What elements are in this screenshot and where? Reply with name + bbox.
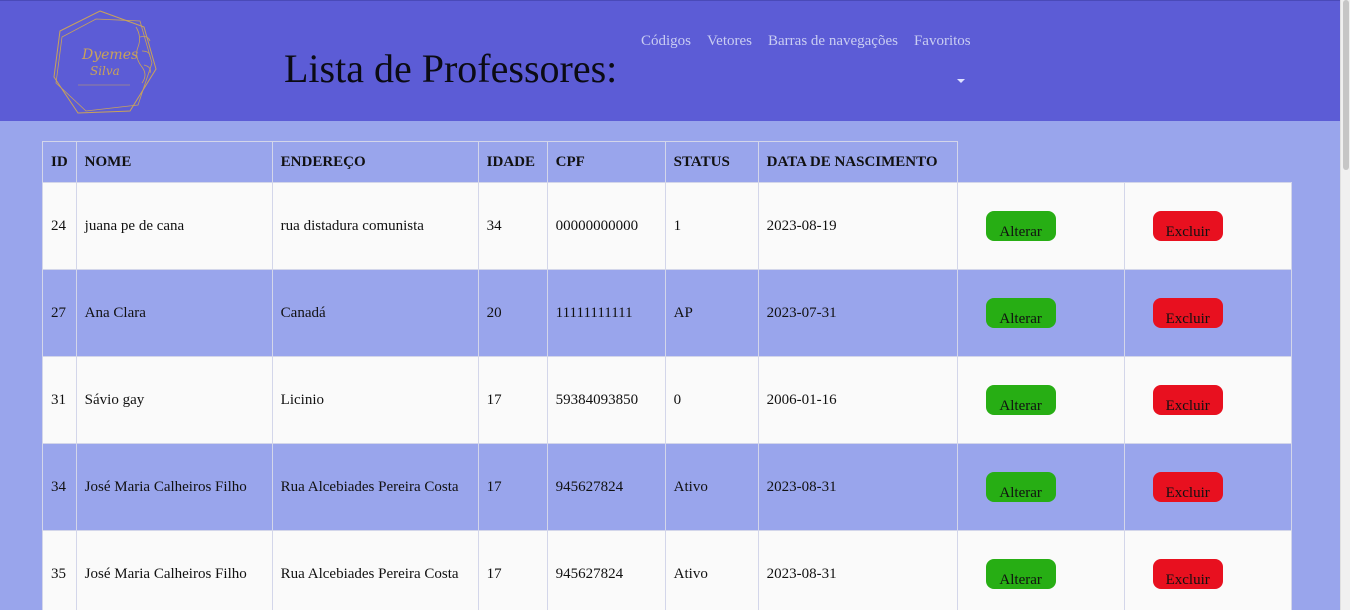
delete-button[interactable]: Excluir: [1152, 385, 1223, 415]
cell-status: Ativo: [664, 443, 759, 531]
column-header-cpf: CPF: [546, 141, 666, 183]
cell-data-nascimento: 2023-08-31: [757, 443, 958, 531]
table-row: 24 juana pe de cana rua distadura comuni…: [42, 182, 1292, 270]
cell-idade: 34: [477, 182, 548, 270]
cell-idade: 17: [477, 443, 548, 531]
cell-cpf: 00000000000: [546, 182, 666, 270]
cell-data-nascimento: 2006-01-16: [757, 356, 958, 444]
delete-button[interactable]: Excluir: [1152, 472, 1223, 502]
cell-delete: Excluir: [1123, 182, 1292, 270]
cell-cpf: 945627824: [546, 443, 666, 531]
page-title: Lista de Professores:: [284, 46, 618, 91]
cell-nome: Sávio gay: [75, 356, 273, 444]
cell-endereco: Rua Alcebiades Pereira Costa: [271, 530, 479, 610]
column-header-blank: [957, 142, 1124, 183]
cell-id: 24: [42, 182, 77, 270]
delete-button[interactable]: Excluir: [1152, 559, 1223, 589]
cell-status: 1: [664, 182, 759, 270]
cell-nome: juana pe de cana: [75, 182, 273, 270]
alter-button[interactable]: Alterar: [985, 385, 1056, 415]
delete-button[interactable]: Excluir: [1152, 211, 1223, 241]
alter-button[interactable]: Alterar: [985, 559, 1056, 589]
cell-alter: Alterar: [956, 530, 1125, 610]
cell-id: 34: [42, 443, 77, 531]
column-header-data-nascimento: DATA DE NASCIMENTO: [757, 141, 958, 183]
cell-nome: José Maria Calheiros Filho: [75, 443, 273, 531]
column-header-status: STATUS: [664, 141, 759, 183]
cell-id: 31: [42, 356, 77, 444]
cell-nome: Ana Clara: [75, 269, 273, 357]
delete-button[interactable]: Excluir: [1152, 298, 1223, 328]
cell-endereco: Rua Alcebiades Pereira Costa: [271, 443, 479, 531]
scrollbar-thumb[interactable]: [1343, 0, 1349, 170]
nav-item-codigos[interactable]: Códigos: [641, 33, 691, 50]
table-row: 31 Sávio gay Licinio 17 59384093850 0 20…: [42, 356, 1292, 444]
column-header-blank: [1124, 142, 1291, 183]
cell-delete: Excluir: [1123, 269, 1292, 357]
professors-table: ID NOME ENDEREÇO IDADE CPF STATUS DATA D…: [42, 141, 1292, 610]
cell-data-nascimento: 2023-07-31: [757, 269, 958, 357]
header: Dyemes Silva Lista de Professores: Códig…: [0, 0, 1340, 121]
alter-button[interactable]: Alterar: [985, 472, 1056, 502]
cell-delete: Excluir: [1123, 356, 1292, 444]
table-row: 35 José Maria Calheiros Filho Rua Alcebi…: [42, 530, 1292, 610]
main-nav: Códigos Vetores Barras de navegações Fav…: [641, 33, 971, 50]
cell-cpf: 59384093850: [546, 356, 666, 444]
table-header-row: ID NOME ENDEREÇO IDADE CPF STATUS DATA D…: [42, 141, 1292, 183]
nav-item-vetores[interactable]: Vetores: [707, 33, 752, 50]
cell-idade: 17: [477, 530, 548, 610]
cell-status: 0: [664, 356, 759, 444]
cell-cpf: 11111111111: [546, 269, 666, 357]
cell-data-nascimento: 2023-08-19: [757, 182, 958, 270]
cell-nome: José Maria Calheiros Filho: [75, 530, 273, 610]
cell-delete: Excluir: [1123, 443, 1292, 531]
logo[interactable]: Dyemes Silva: [48, 7, 160, 119]
cell-alter: Alterar: [956, 269, 1125, 357]
nav-item-barras-de-navegacoes[interactable]: Barras de navegações: [768, 33, 898, 50]
column-header-id: ID: [42, 141, 77, 183]
cell-alter: Alterar: [956, 356, 1125, 444]
cell-endereco: Canadá: [271, 269, 479, 357]
column-header-endereco: ENDEREÇO: [271, 141, 479, 183]
cell-endereco: Licinio: [271, 356, 479, 444]
svg-text:Dyemes: Dyemes: [81, 47, 138, 63]
cell-cpf: 945627824: [546, 530, 666, 610]
alter-button[interactable]: Alterar: [985, 298, 1056, 328]
dropdown-caret-icon[interactable]: [957, 79, 965, 83]
table-row: 34 José Maria Calheiros Filho Rua Alcebi…: [42, 443, 1292, 531]
cell-delete: Excluir: [1123, 530, 1292, 610]
cell-alter: Alterar: [956, 443, 1125, 531]
vertical-scrollbar[interactable]: [1340, 0, 1350, 610]
column-header-nome: NOME: [75, 141, 273, 183]
column-header-idade: IDADE: [477, 141, 548, 183]
nav-item-favoritos[interactable]: Favoritos: [914, 33, 971, 50]
cell-id: 27: [42, 269, 77, 357]
cell-status: Ativo: [664, 530, 759, 610]
cell-endereco: rua distadura comunista: [271, 182, 479, 270]
cell-alter: Alterar: [956, 182, 1125, 270]
table-row: 27 Ana Clara Canadá 20 11111111111 AP 20…: [42, 269, 1292, 357]
cell-idade: 20: [477, 269, 548, 357]
cell-idade: 17: [477, 356, 548, 444]
alter-button[interactable]: Alterar: [985, 211, 1056, 241]
cell-id: 35: [42, 530, 77, 610]
cell-status: AP: [664, 269, 759, 357]
cell-data-nascimento: 2023-08-31: [757, 530, 958, 610]
svg-text:Silva: Silva: [90, 64, 120, 78]
